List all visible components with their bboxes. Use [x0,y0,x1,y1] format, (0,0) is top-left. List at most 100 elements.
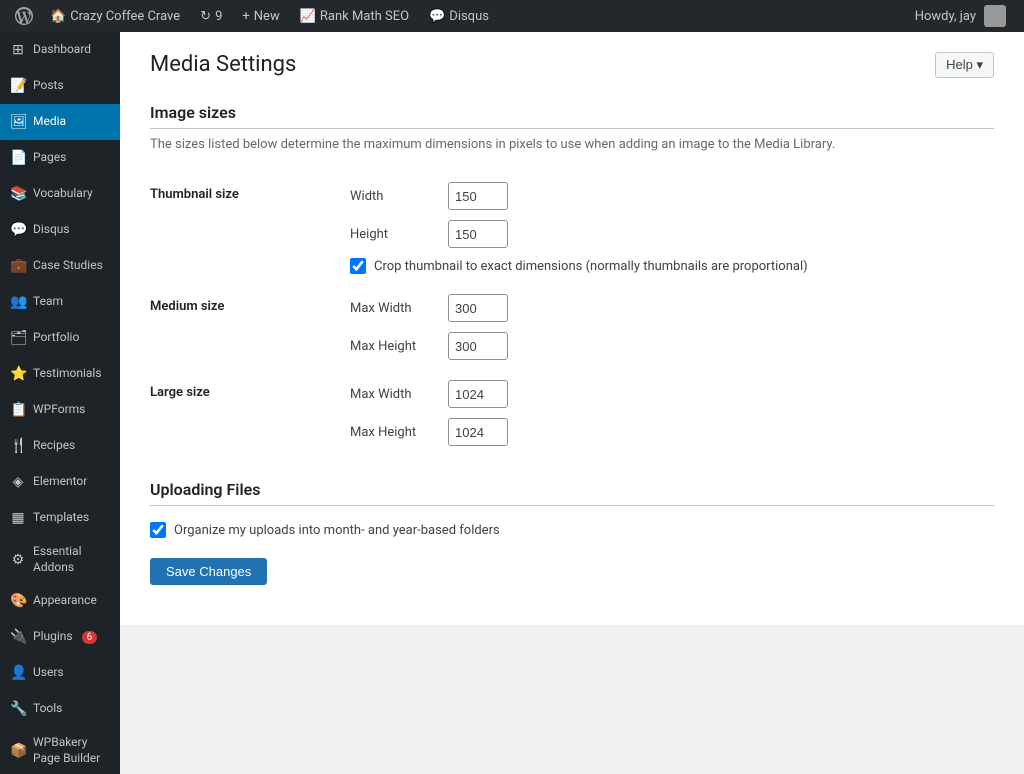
organize-uploads-checkbox[interactable] [150,522,166,538]
medium-height-row: Max Height [350,332,994,360]
wpforms-icon: 📋 [10,402,26,418]
sidebar-item-team[interactable]: 👥 Team [0,284,120,320]
large-width-row: Max Width [350,380,994,408]
elementor-icon: ◈ [10,474,26,490]
posts-label: Posts [33,78,64,94]
sidebar-item-essential-addons[interactable]: ⚙ Essential Addons [0,536,120,583]
organize-uploads-row: Organize my uploads into month- and year… [150,522,994,538]
large-max-width-input[interactable] [448,380,508,408]
vocabulary-label: Vocabulary [33,186,93,202]
plugins-badge: 6 [82,631,98,644]
sidebar-item-elementor[interactable]: ◈ Elementor [0,464,120,500]
uploading-files-title: Uploading Files [150,480,994,506]
users-label: Users [33,665,64,681]
wpbakery-icon: 📦 [10,743,26,759]
image-sizes-table: Thumbnail size Width Height Crop thum [150,172,994,456]
thumbnail-height-label: Height [350,227,440,242]
thumbnail-width-label: Width [350,189,440,204]
templates-label: Templates [33,510,89,526]
pages-label: Pages [33,150,66,166]
thumbnail-crop-checkbox[interactable] [350,258,366,274]
sidebar-item-case-studies[interactable]: 💼 Case Studies [0,248,120,284]
thumbnail-width-row: Width [350,182,994,210]
media-label: Media [33,114,66,130]
thumbnail-label: Thumbnail size [150,172,350,284]
sidebar-item-users[interactable]: 👤 Users [0,655,120,691]
sidebar-item-wpforms[interactable]: 📋 WPForms [0,392,120,428]
plugins-icon: 🔌 [10,629,26,645]
thumbnail-height-input[interactable] [448,220,508,248]
disqus-label: Disqus [449,9,489,24]
large-max-height-input[interactable] [448,418,508,446]
medium-max-width-input[interactable] [448,294,508,322]
sidebar-item-vocabulary[interactable]: 📚 Vocabulary [0,176,120,212]
tools-label: Tools [33,701,62,717]
save-changes-button[interactable]: Save Changes [150,558,267,585]
adminbar-site[interactable]: 🏠 Crazy Coffee Crave [40,0,190,32]
thumbnail-height-row: Height [350,220,994,248]
large-height-row: Max Height [350,418,994,446]
rankmath-icon: 📈 [300,9,316,24]
team-label: Team [33,294,63,310]
howdy-text: Howdy, jay [915,9,976,24]
disqus-icon: 💬 [429,9,445,24]
sidebar-item-disqus[interactable]: 💬 Disqus [0,212,120,248]
sidebar-item-media[interactable]: 🖼 Media [0,104,120,140]
case-studies-icon: 💼 [10,258,26,274]
wp-wrap: ⊞ Dashboard 📝 Posts 🖼 Media 📄 Pages 📚 Vo… [0,32,1024,774]
adminbar-updates[interactable]: ↻ 9 [190,0,232,32]
users-icon: 👤 [10,665,26,681]
templates-icon: ▦ [10,510,26,526]
portfolio-label: Portfolio [33,330,79,346]
site-name-label: Crazy Coffee Crave [70,9,180,24]
sidebar-item-plugins[interactable]: 🔌 Plugins 6 [0,619,120,655]
organize-uploads-label: Organize my uploads into month- and year… [174,523,500,538]
home-icon: 🏠 [50,9,66,24]
thumbnail-crop-label: Crop thumbnail to exact dimensions (norm… [374,259,808,274]
sidebar-item-wpbakery[interactable]: 📦 WPBakery Page Builder [0,727,120,774]
image-sizes-title: Image sizes [150,103,994,129]
adminbar-right: Howdy, jay [905,0,1016,32]
portfolio-icon: 🗂 [10,330,26,346]
page-title: Media Settings [150,52,296,77]
dashboard-icon: ⊞ [10,42,26,58]
image-sizes-description: The sizes listed below determine the max… [150,137,994,152]
sidebar-item-appearance[interactable]: 🎨 Appearance [0,583,120,619]
howdy-menu[interactable]: Howdy, jay [905,0,1016,32]
sidebar-item-tools[interactable]: 🔧 Tools [0,691,120,727]
medium-width-row: Max Width [350,294,994,322]
recipes-icon: 🍴 [10,438,26,454]
wp-logo-icon[interactable] [8,0,40,32]
thumbnail-width-input[interactable] [448,182,508,210]
medium-fields: Max Width Max Height [350,284,994,370]
pages-icon: 📄 [10,150,26,166]
admin-sidebar: ⊞ Dashboard 📝 Posts 🖼 Media 📄 Pages 📚 Vo… [0,32,120,774]
new-label: New [254,9,280,24]
sidebar-item-posts[interactable]: 📝 Posts [0,68,120,104]
disqus-menu-icon: 💬 [10,222,26,238]
adminbar-rankmath[interactable]: 📈 Rank Math SEO [290,0,419,32]
settings-wrap: Media Settings Help ▾ Image sizes The si… [120,32,1024,625]
thumbnail-row: Thumbnail size Width Height Crop thum [150,172,994,284]
sidebar-item-portfolio[interactable]: 🗂 Portfolio [0,320,120,356]
adminbar-new[interactable]: + New [232,0,289,32]
thumbnail-crop-row: Crop thumbnail to exact dimensions (norm… [350,258,994,274]
sidebar-item-testimonials[interactable]: ⭐ Testimonials [0,356,120,392]
sidebar-item-dashboard[interactable]: ⊞ Dashboard [0,32,120,68]
case-studies-label: Case Studies [33,258,103,274]
sidebar-item-pages[interactable]: 📄 Pages [0,140,120,176]
rankmath-label: Rank Math SEO [320,9,409,24]
sidebar-item-templates[interactable]: ▦ Templates [0,500,120,536]
sidebar-item-recipes[interactable]: 🍴 Recipes [0,428,120,464]
dashboard-label: Dashboard [33,42,91,58]
medium-max-height-input[interactable] [448,332,508,360]
tools-icon: 🔧 [10,701,26,717]
vocabulary-icon: 📚 [10,186,26,202]
large-max-width-label: Max Width [350,387,440,402]
testimonials-icon: ⭐ [10,366,26,382]
disqus-menu-label: Disqus [33,222,70,238]
large-label: Large size [150,370,350,456]
adminbar-disqus[interactable]: 💬 Disqus [419,0,499,32]
updates-icon: ↻ [200,9,211,24]
help-button[interactable]: Help ▾ [935,52,994,78]
